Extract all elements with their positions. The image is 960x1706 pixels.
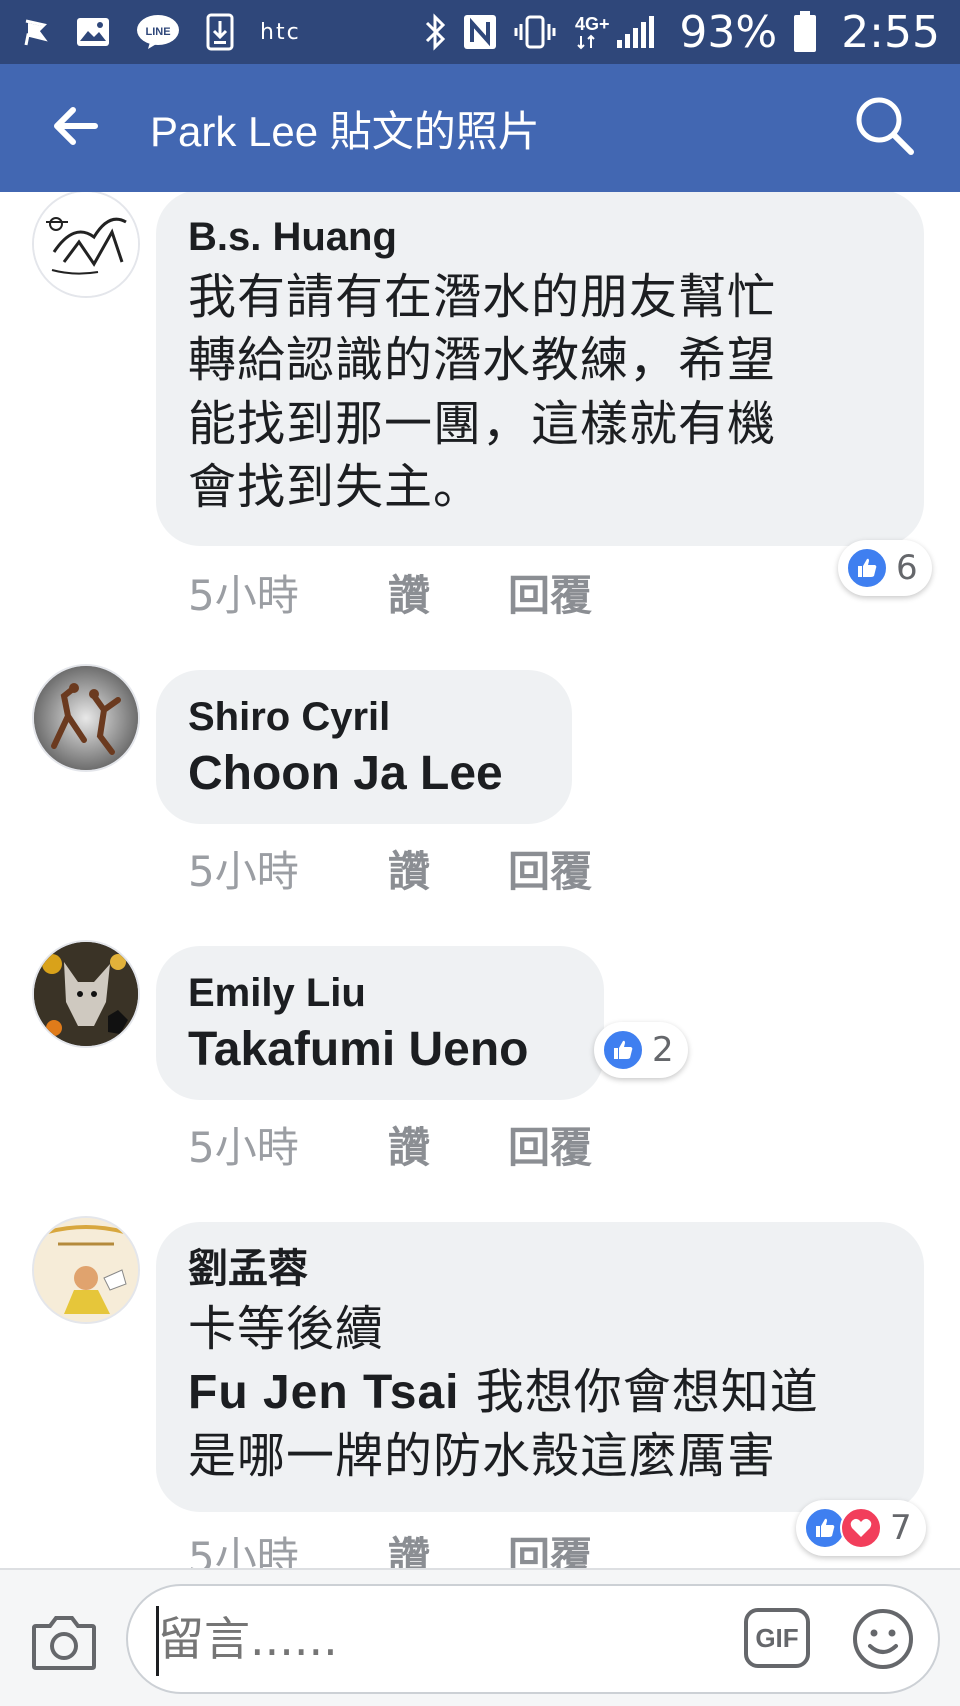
status-bar: LINE htc 4G+ 93% 2:55: [0, 0, 960, 64]
like-reaction-icon: [602, 1029, 644, 1071]
search-icon: [853, 94, 917, 162]
comment-author[interactable]: Shiro Cyril: [188, 688, 540, 746]
comment-text-line: 會找到失主。: [188, 459, 483, 516]
emoji-button[interactable]: [850, 1606, 916, 1672]
reaction-count: 6: [896, 548, 918, 588]
comment-input[interactable]: [158, 1604, 718, 1674]
love-reaction-icon: [840, 1507, 882, 1549]
reply-button[interactable]: 回覆: [508, 838, 592, 899]
bluetooth-icon: [423, 13, 447, 51]
comment-meta: 5小時 讚 回覆: [188, 1524, 670, 1568]
search-button[interactable]: [830, 64, 940, 192]
comment-bubble[interactable]: B.s. Huang 我有請有在潛水的朋友幫忙 轉給認識的潛水教練，希望 能找到…: [156, 192, 924, 546]
download-notification-icon: [206, 13, 234, 51]
reply-button[interactable]: 回覆: [508, 1524, 592, 1568]
comment-time[interactable]: 5小時: [188, 1524, 388, 1568]
like-button[interactable]: 讚: [388, 838, 430, 899]
svg-text:LINE: LINE: [145, 26, 170, 38]
comment-text-line: 能找到那一團，這樣就有機: [188, 395, 777, 452]
camera-icon: [30, 1616, 98, 1676]
tagged-user[interactable]: Fu Jen Tsai: [188, 1366, 460, 1419]
image-notification-icon: [76, 17, 110, 47]
comment-text-line: 卡等後續: [188, 1301, 385, 1357]
comment-bubble[interactable]: Emily Liu Takafumi Ueno: [156, 946, 604, 1100]
arrow-left-icon: [51, 106, 99, 150]
app-bar: Park Lee 貼文的照片: [0, 64, 960, 192]
vibrate-icon: [513, 14, 557, 50]
reaction-summary[interactable]: 2: [594, 1022, 688, 1078]
camera-button[interactable]: [30, 1612, 98, 1672]
comment-author[interactable]: Emily Liu: [188, 964, 572, 1022]
back-button[interactable]: [0, 64, 150, 192]
battery-percent: 93%: [679, 6, 778, 58]
comment-meta: 5小時 讚 回覆: [188, 562, 670, 623]
comment-author[interactable]: 劉孟蓉: [188, 1240, 892, 1298]
reaction-count: 7: [890, 1508, 912, 1548]
comment-time[interactable]: 5小時: [188, 562, 388, 623]
reaction-summary[interactable]: 6: [838, 540, 932, 596]
svg-text:4G+: 4G+: [575, 14, 610, 34]
comment-meta: 5小時 讚 回覆: [188, 1114, 670, 1175]
comment-meta: 5小時 讚 回覆: [188, 838, 670, 899]
comment-bubble[interactable]: 劉孟蓉 卡等後續 Fu Jen Tsai 我想你會想知道 是哪一牌的防水殼這麼厲…: [156, 1222, 924, 1512]
line-app-icon: LINE: [136, 14, 180, 50]
flag-notification-icon: [20, 17, 50, 47]
comment-composer: GIF: [0, 1568, 960, 1706]
avatar[interactable]: [32, 1216, 140, 1324]
comment-bubble[interactable]: Shiro Cyril Choon Ja Lee: [156, 670, 572, 824]
page-title: Park Lee 貼文的照片: [150, 107, 540, 155]
comment-author[interactable]: B.s. Huang: [188, 208, 892, 266]
like-button[interactable]: 讚: [388, 1114, 430, 1175]
comment-list: B.s. Huang 我有請有在潛水的朋友幫忙 轉給認識的潛水教練，希望 能找到…: [0, 192, 960, 1568]
like-reaction-icon: [846, 547, 888, 589]
clock: 2:55: [841, 6, 940, 58]
comment-text-line: 我有請有在潛水的朋友幫忙: [188, 269, 777, 325]
comment-input-wrapper: GIF: [126, 1584, 940, 1694]
tagged-user[interactable]: Choon Ja Lee: [188, 746, 540, 801]
comment-text-line: 轉給認識的潛水教練，希望: [188, 332, 777, 389]
avatar[interactable]: [32, 940, 140, 1048]
avatar[interactable]: [32, 192, 140, 298]
comment-time[interactable]: 5小時: [188, 1114, 388, 1175]
comment-text-line: Fu Jen Tsai 我想你會想知道: [188, 1361, 892, 1424]
smiley-icon: [850, 1609, 916, 1676]
comment-text-fragment: 我想你會想知道: [459, 1364, 819, 1421]
avatar[interactable]: [32, 664, 140, 772]
reply-button[interactable]: 回覆: [508, 562, 592, 623]
signal-icon: 4G+: [573, 12, 663, 52]
nfc-icon: [463, 14, 497, 50]
like-button[interactable]: 讚: [388, 1524, 430, 1568]
gif-button[interactable]: GIF: [744, 1608, 810, 1668]
like-button[interactable]: 讚: [388, 562, 430, 623]
reaction-count: 2: [652, 1030, 674, 1070]
comment-time[interactable]: 5小時: [188, 838, 388, 899]
carrier-label: htc: [260, 19, 301, 45]
tagged-user[interactable]: Takafumi Ueno: [188, 1022, 572, 1077]
battery-icon: [793, 11, 817, 53]
reply-button[interactable]: 回覆: [508, 1114, 592, 1175]
comment-text-line: 是哪一牌的防水殼這麼厲害: [188, 1427, 777, 1484]
reaction-summary[interactable]: 7: [796, 1500, 926, 1556]
